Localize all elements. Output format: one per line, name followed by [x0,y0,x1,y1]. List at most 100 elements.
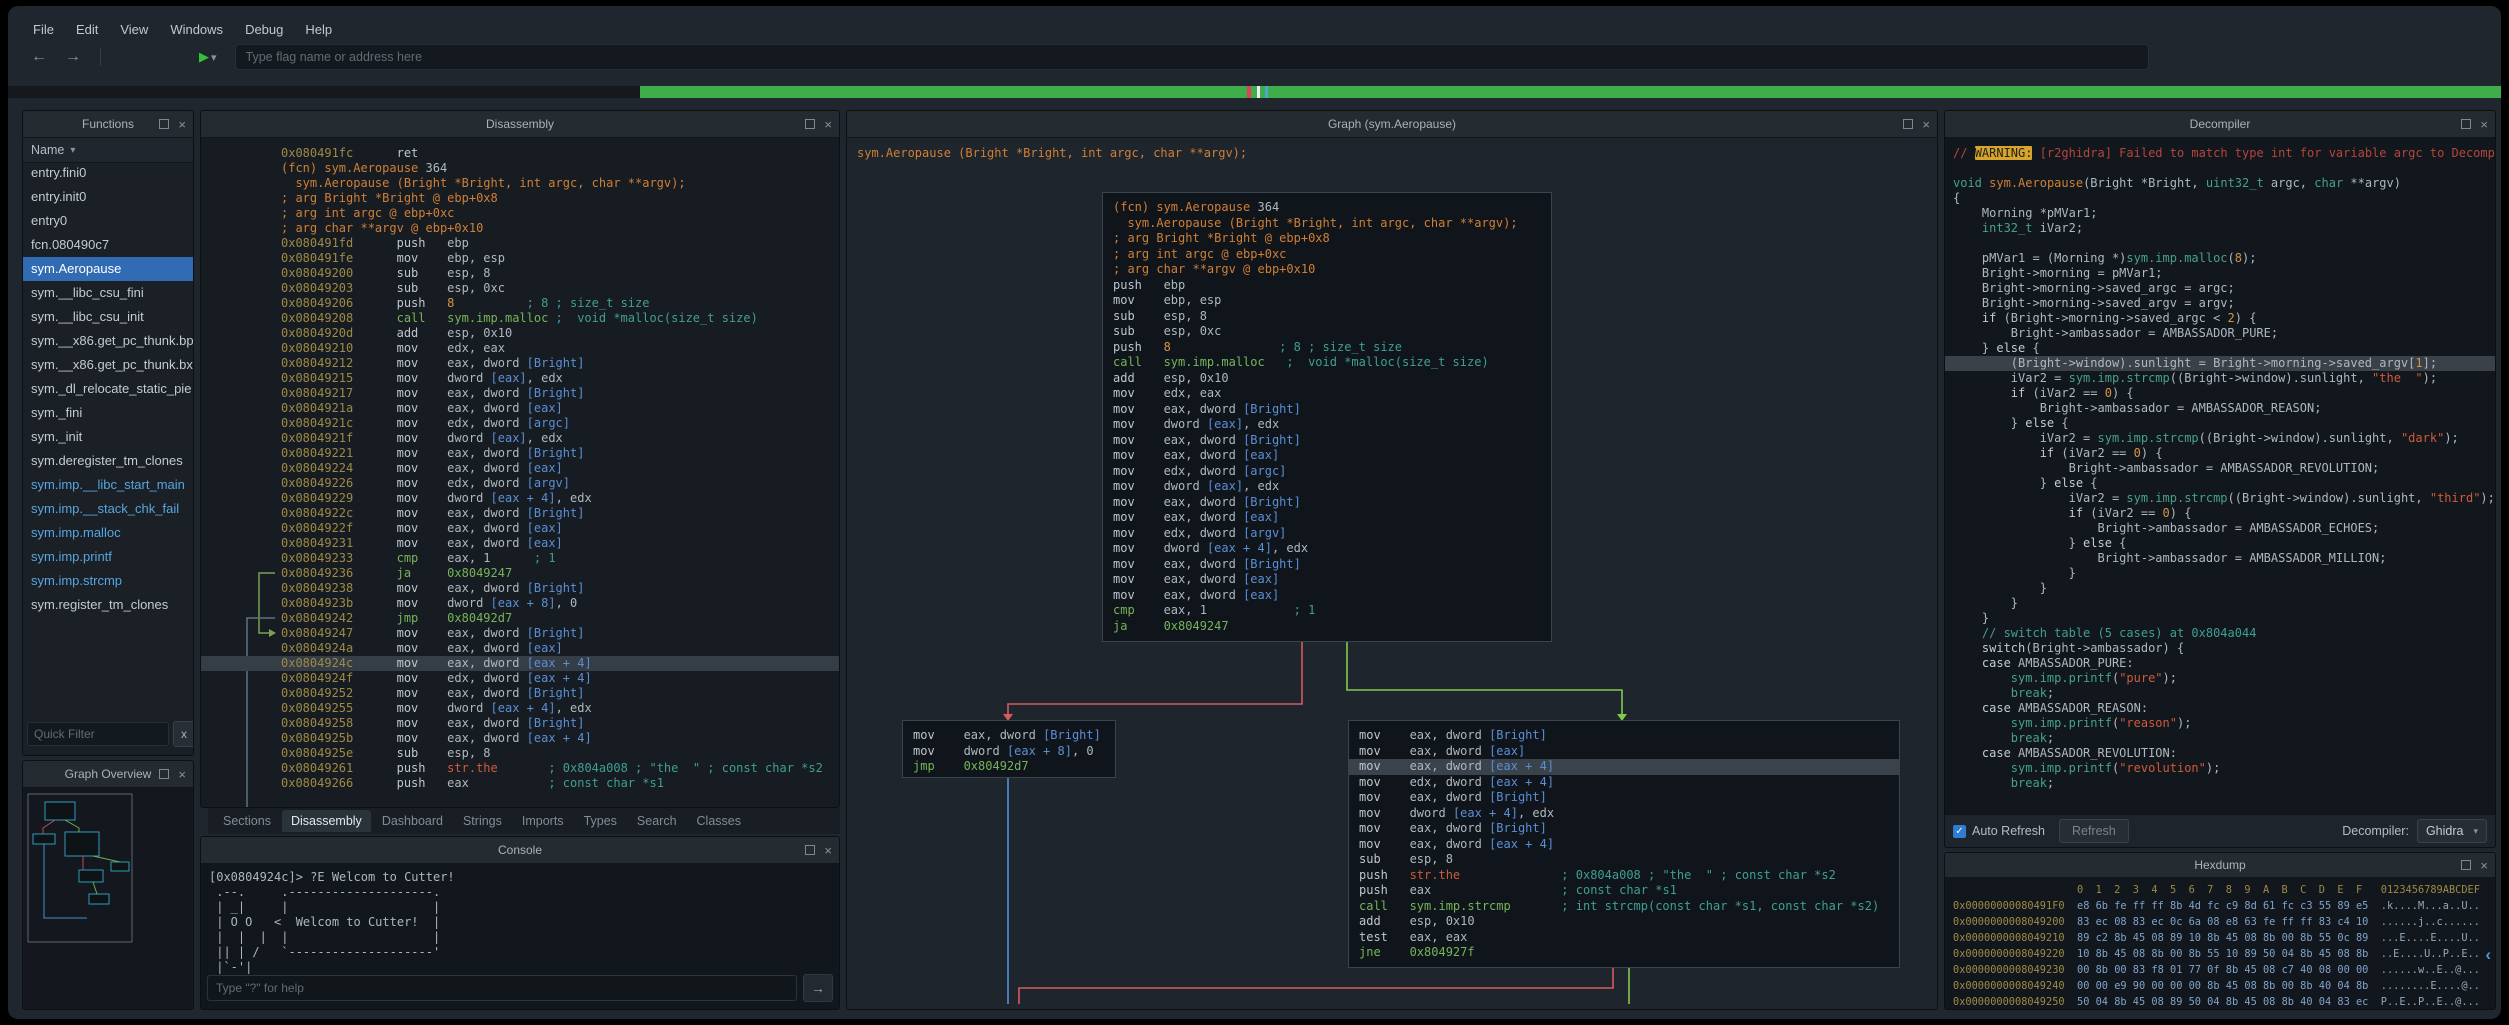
code-line[interactable]: 0x0804921a mov eax, dword [eax] [201,401,839,416]
code-line[interactable]: 0x08049210 mov edx, eax [201,341,839,356]
close-icon[interactable]: × [178,768,186,781]
code-line[interactable]: mov edx, dword [argv] [1113,526,1541,542]
code-line[interactable]: break; [1953,686,2487,701]
refresh-button[interactable]: Refresh [2059,819,2129,843]
function-item[interactable]: sym._init [23,425,193,449]
play-icon[interactable]: ▶ [199,49,209,65]
undock-icon[interactable] [2461,119,2471,129]
code-line[interactable]: push ebp [1113,278,1541,294]
chevron-down-icon[interactable]: ▾ [211,51,217,64]
undock-icon[interactable] [805,119,815,129]
decompiler-select[interactable]: Ghidra ▾ [2417,819,2487,843]
code-line[interactable]: 0x080491fc ret [201,146,839,161]
code-line[interactable]: (fcn) sym.Aeropause 364 [201,161,839,176]
code-line[interactable]: mov dword [eax + 4], edx [1359,806,1889,822]
code-line[interactable]: mov eax, dword [Bright] [1113,402,1541,418]
basic-block-true-branch[interactable]: mov eax, dword [Bright] mov eax, dword [e… [1348,720,1900,968]
code-line[interactable]: mov edx, dword [argc] [1113,464,1541,480]
chevron-left-icon[interactable]: ‹ [2485,945,2491,965]
code-line[interactable]: mov eax, dword [eax + 4] [1349,759,1899,775]
code-line[interactable]: } else { [1953,536,2487,551]
code-line[interactable]: 0x08049224 mov eax, dword [eax] [201,461,839,476]
code-line[interactable]: Bright->ambassador = AMBASSADOR_REASON; [1953,401,2487,416]
code-line[interactable]: int32_t iVar2; [1953,221,2487,236]
auto-refresh-checkbox[interactable]: ✓ [1953,825,1966,838]
code-line[interactable]: 0x08049226 mov edx, dword [argv] [201,476,839,491]
function-item[interactable]: entry0 [23,209,193,233]
code-line[interactable]: 0x08049247 mov eax, dword [Bright] [201,626,839,641]
code-line[interactable]: } else { [1953,416,2487,431]
close-icon[interactable]: × [2480,118,2488,131]
hexdump-row[interactable]: 0x00000000080491F0 e8 6b fe ff ff 8b 4d … [1953,898,2487,914]
code-line[interactable]: 0x08049221 mov eax, dword [Bright] [201,446,839,461]
hexdump-row[interactable]: 0x0000000008049240 00 00 e9 90 00 00 00 … [1953,978,2487,994]
menu-edit[interactable]: Edit [65,22,109,37]
menu-view[interactable]: View [109,22,159,37]
code-line[interactable]: } else { [1953,341,2487,356]
code-line[interactable]: push str.the ; 0x804a008 ; "the " ; cons… [1359,868,1889,884]
code-line[interactable]: 0x08049203 sub esp, 0xc [201,281,839,296]
code-line[interactable]: 0x08049200 sub esp, 8 [201,266,839,281]
undock-icon[interactable] [1903,119,1913,129]
send-icon[interactable]: → [803,974,833,1002]
code-line[interactable]: mov ebp, esp [1113,293,1541,309]
functions-titlebar[interactable]: Functions × [23,111,193,138]
code-line[interactable]: 0x0804922c mov eax, dword [Bright] [201,506,839,521]
code-line[interactable]: mov eax, dword [eax] [1113,510,1541,526]
undock-icon[interactable] [159,769,169,779]
code-line[interactable]: 0x0804923b mov dword [eax + 8], 0 [201,596,839,611]
code-line[interactable]: add esp, 0x10 [1359,914,1889,930]
function-item[interactable]: sym.deregister_tm_clones [23,449,193,473]
code-line[interactable]: jmp 0x80492d7 [913,759,1105,775]
function-item[interactable]: sym._dl_relocate_static_pie [23,377,193,401]
code-line[interactable]: 0x08049206 push 8 ; 8 ; size_t size [201,296,839,311]
code-line[interactable]: 0x08049242 jmp 0x80492d7 [201,611,839,626]
code-line[interactable]: 0x080491fd push ebp [201,236,839,251]
code-line[interactable]: (fcn) sym.Aeropause 364 [1113,200,1541,216]
code-line[interactable]: // switch table (5 cases) at 0x804a044 [1953,626,2487,641]
code-line[interactable]: sym.Aeropause (Bright *Bright, int argc,… [201,176,839,191]
code-line[interactable]: sym.imp.printf("revolution"); [1953,761,2487,776]
code-line[interactable]: ; arg Bright *Bright @ ebp+0x8 [1113,231,1541,247]
code-line[interactable]: 0x08049229 mov dword [eax + 4], edx [201,491,839,506]
disassembly-titlebar[interactable]: Disassembly × [201,111,839,138]
code-line[interactable]: Morning *pMVar1; [1953,206,2487,221]
hexdump-row[interactable]: 0x0000000008049210 89 c2 8b 45 08 89 10 … [1953,930,2487,946]
menu-help[interactable]: Help [294,22,343,37]
code-line[interactable]: 0x08049212 mov eax, dword [Bright] [201,356,839,371]
code-line[interactable]: sub esp, 8 [1359,852,1889,868]
code-line[interactable]: // WARNING: [r2ghidra] Failed to match t… [1953,146,2487,161]
code-line[interactable]: mov eax, dword [Bright] [1359,821,1889,837]
function-item[interactable]: sym.__libc_csu_init [23,305,193,329]
code-line[interactable]: 0x08049258 mov eax, dword [Bright] [201,716,839,731]
undock-icon[interactable] [805,845,815,855]
function-item[interactable]: entry.fini0 [23,161,193,185]
code-line[interactable]: 0x08049236 ja 0x8049247 [201,566,839,581]
code-line[interactable]: iVar2 = sym.imp.strcmp((Bright->window).… [1953,431,2487,446]
code-line[interactable]: jne 0x804927f [1359,945,1889,961]
code-line[interactable]: push eax ; const char *s1 [1359,883,1889,899]
menu-windows[interactable]: Windows [159,22,234,37]
code-line[interactable]: 0x08049233 cmp eax, 1 ; 1 [201,551,839,566]
basic-block-false-branch[interactable]: mov eax, dword [Bright]mov dword [eax + … [902,720,1116,778]
code-line[interactable]: (Bright->window).sunlight = Bright->morn… [1945,356,2495,371]
code-line[interactable]: mov dword [eax + 4], edx [1113,541,1541,557]
tab-sections[interactable]: Sections [214,810,280,832]
tab-classes[interactable]: Classes [688,810,750,832]
hexdump-row[interactable]: 0x0000000008049250 50 04 8b 45 08 89 50 … [1953,994,2487,1010]
function-item[interactable]: sym.imp.strcmp [23,569,193,593]
code-line[interactable]: switch(Bright->ambassador) { [1953,641,2487,656]
code-line[interactable] [1953,236,2487,251]
clear-filter-button[interactable]: x [173,721,194,747]
code-line[interactable]: mov edx, eax [1113,386,1541,402]
undock-icon[interactable] [159,119,169,129]
hexdump-row[interactable]: 0x0000000008049230 00 8b 00 83 f8 01 77 … [1953,962,2487,978]
code-line[interactable] [1953,161,2487,176]
code-line[interactable]: ; arg int argc @ ebp+0xc [1113,247,1541,263]
code-line[interactable]: 0x08049252 mov eax, dword [Bright] [201,686,839,701]
code-line[interactable]: call sym.imp.strcmp ; int strcmp(const c… [1359,899,1889,915]
code-line[interactable]: 0x0804925b mov eax, dword [eax + 4] [201,731,839,746]
code-line[interactable]: sym.Aeropause (Bright *Bright, int argc,… [1113,216,1541,232]
code-line[interactable]: call sym.imp.malloc ; void *malloc(size_… [1113,355,1541,371]
tab-search[interactable]: Search [628,810,686,832]
